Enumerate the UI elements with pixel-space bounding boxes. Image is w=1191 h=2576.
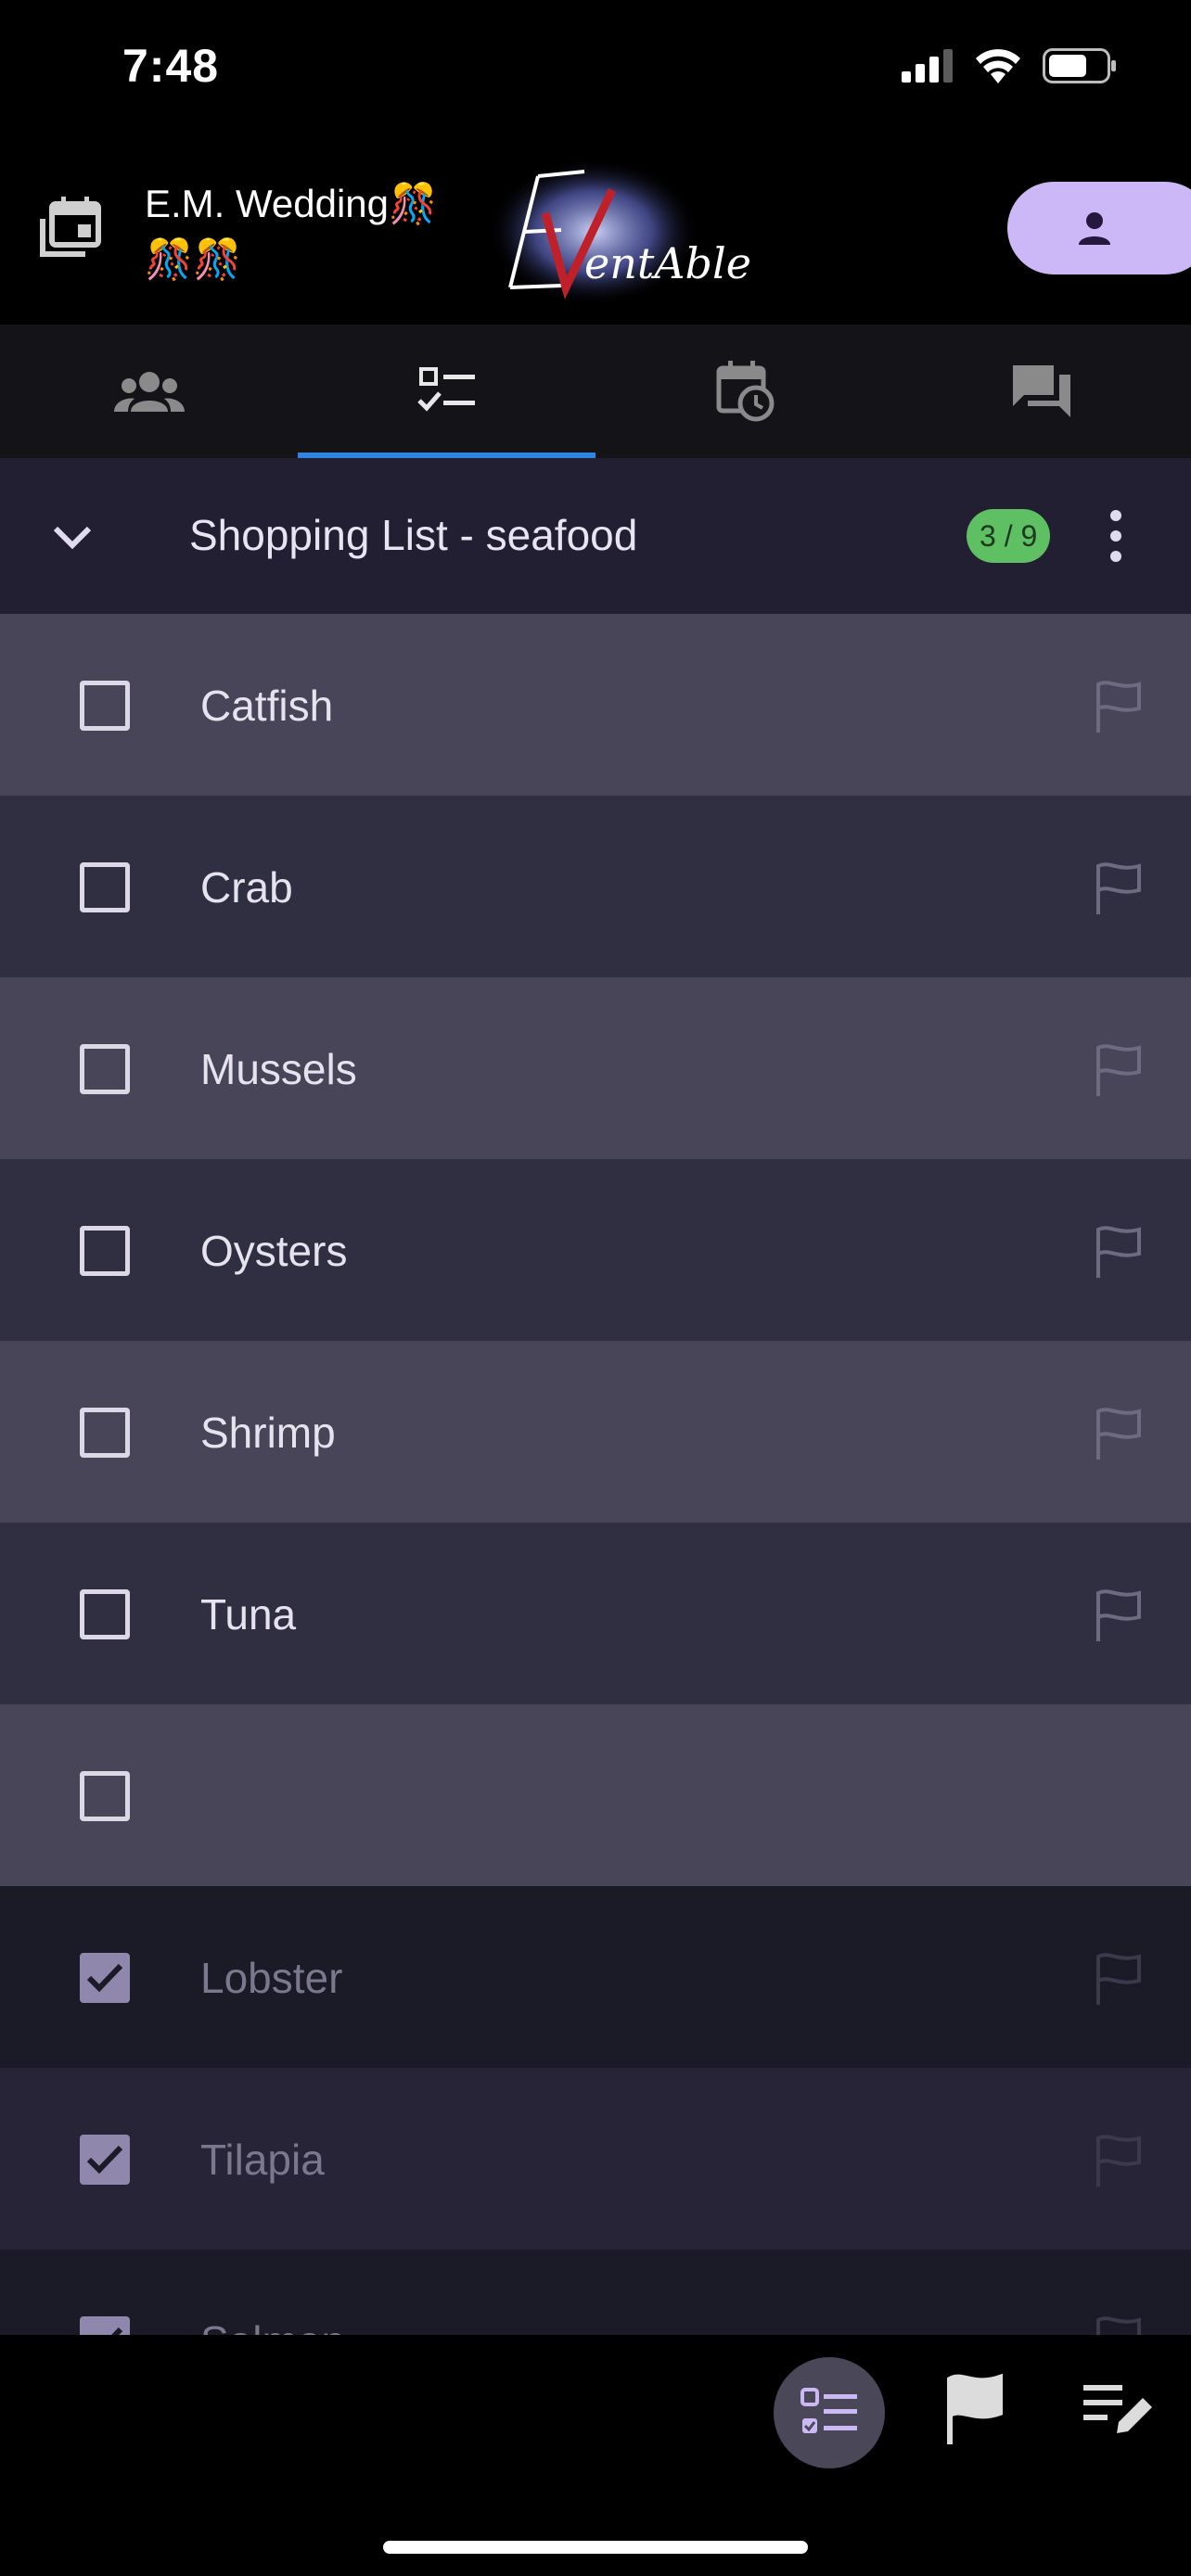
svg-text:entAble: entAble [584, 238, 751, 288]
list-item[interactable]: Salmon [0, 2250, 1191, 2335]
item-label: Tuna [200, 1590, 297, 1639]
battery-icon [1043, 48, 1116, 83]
item-checkbox[interactable] [80, 1408, 130, 1458]
flag-outline-icon[interactable] [1093, 861, 1145, 916]
list-view-button[interactable] [774, 2357, 885, 2468]
tab-lists[interactable] [298, 325, 596, 458]
item-list: Catfish Crab Mussels Oysters Shrimp Tuna… [0, 614, 1191, 2335]
list-item[interactable]: Catfish [0, 614, 1191, 796]
chevron-down-icon[interactable] [45, 508, 100, 564]
eventable-logo: entAble [487, 158, 751, 306]
item-label: Tilapia [200, 2136, 325, 2184]
tab-schedule[interactable] [596, 325, 893, 458]
app-header: E.M. Wedding🎊🎊🎊 entAble [0, 130, 1191, 325]
item-checkbox[interactable] [80, 681, 130, 731]
home-indicator [383, 2541, 808, 2554]
check-icon [86, 2145, 123, 2174]
item-label: Lobster [200, 1954, 343, 2002]
flag-outline-icon[interactable] [1093, 2315, 1145, 2335]
item-checkbox[interactable] [80, 1226, 130, 1276]
flag-outline-icon[interactable] [1093, 1588, 1145, 1643]
list-item[interactable]: Tuna [0, 1523, 1191, 1704]
flag-outline-icon[interactable] [1093, 679, 1145, 734]
status-time: 7:48 [122, 40, 220, 92]
item-label: Oysters [200, 1227, 348, 1275]
calendar-clock-icon [716, 361, 774, 422]
edit-list-icon[interactable] [1083, 2376, 1154, 2442]
checklist-icon [800, 2388, 857, 2433]
list-item[interactable]: Lobster [0, 1886, 1191, 2068]
count-badge: 3 / 9 [967, 509, 1051, 563]
check-icon [111, 2327, 123, 2335]
flag-outline-icon[interactable] [1093, 1224, 1145, 1280]
item-label: Shrimp [200, 1409, 336, 1457]
item-checkbox[interactable] [80, 862, 130, 912]
list-item[interactable]: Tilapia [0, 2068, 1191, 2250]
list-item[interactable]: Oysters [0, 1159, 1191, 1341]
check-icon [86, 1963, 123, 1993]
item-checkbox[interactable] [80, 1044, 130, 1094]
bottom-bar [0, 2335, 1191, 2576]
list-item[interactable]: Mussels [0, 977, 1191, 1159]
checklist-icon [416, 367, 475, 412]
item-label: Catfish [200, 682, 334, 730]
person-icon [1079, 212, 1110, 245]
list-title[interactable]: Shopping List - seafood [189, 510, 637, 560]
item-label: Mussels [200, 1045, 357, 1093]
list-item[interactable]: Shrimp [0, 1341, 1191, 1523]
list-item[interactable]: Crab [0, 796, 1191, 977]
status-bar: 7:48 [0, 0, 1191, 130]
item-label: Salmon [200, 2316, 345, 2335]
flag-outline-icon[interactable] [1093, 2133, 1145, 2188]
list-item-new[interactable] [0, 1704, 1191, 1886]
item-checkbox[interactable] [80, 1589, 130, 1639]
cellular-icon [902, 49, 953, 83]
flag-outline-icon[interactable] [1093, 1951, 1145, 2007]
status-icons [902, 48, 1117, 83]
item-checkbox[interactable] [80, 1771, 130, 1821]
flag-outline-icon[interactable] [1093, 1406, 1145, 1461]
event-title[interactable]: E.M. Wedding🎊🎊🎊 [145, 176, 479, 287]
tab-guests[interactable] [0, 325, 298, 458]
tab-chat[interactable] [893, 325, 1191, 458]
tab-bar [0, 325, 1191, 458]
people-icon [113, 372, 185, 412]
item-label: Crab [200, 863, 293, 912]
more-vert-icon[interactable] [1093, 506, 1139, 566]
item-checkbox-checked[interactable] [80, 2135, 130, 2185]
chat-icon [1012, 365, 1070, 417]
item-checkbox-checked[interactable] [80, 1953, 130, 2003]
list-header: Shopping List - seafood 3 / 9 [0, 458, 1191, 614]
profile-button[interactable] [1007, 182, 1191, 274]
flag-icon[interactable] [942, 2372, 1007, 2446]
wifi-icon [976, 49, 1020, 83]
item-checkbox-checked[interactable] [80, 2316, 130, 2335]
event-switch-icon[interactable] [37, 195, 104, 261]
flag-outline-icon[interactable] [1093, 1042, 1145, 1098]
